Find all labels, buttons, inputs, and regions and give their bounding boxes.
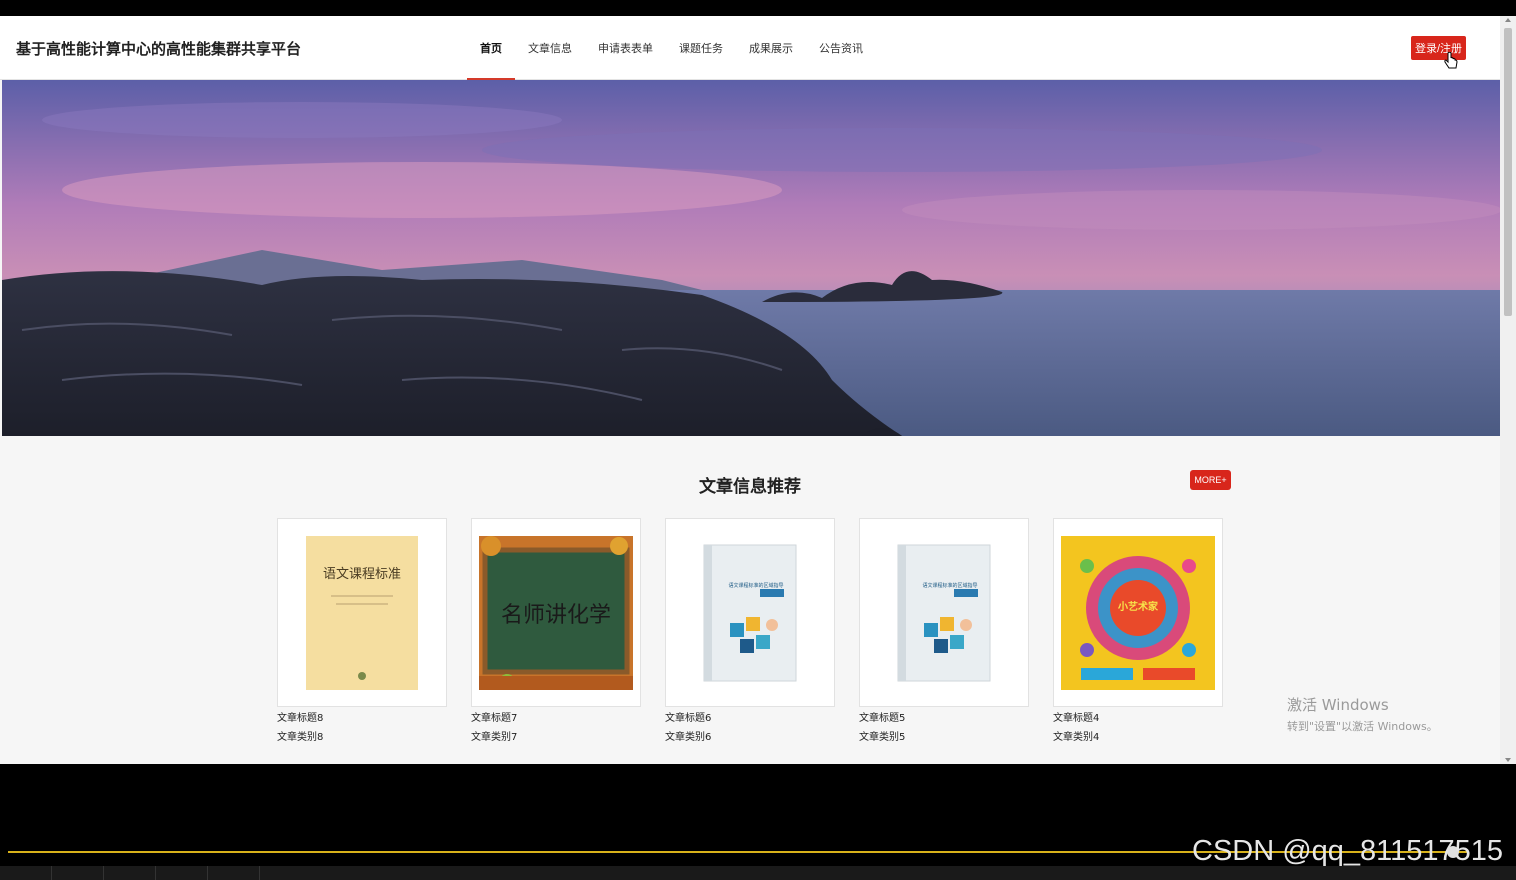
scroll-up-arrow-icon[interactable] xyxy=(1505,18,1511,22)
book-cover-image: 语文课程标准的区域指导 xyxy=(703,544,797,681)
article-card[interactable]: 语文课程标准 文章标题8 文章类别8 xyxy=(277,518,447,745)
control-strip xyxy=(0,866,1516,880)
cover-text: 小艺术家 xyxy=(1117,600,1159,613)
article-category: 文章类别5 xyxy=(859,732,906,743)
article-cover[interactable]: 名师讲化学 xyxy=(471,518,641,707)
article-category: 文章类别8 xyxy=(277,732,324,743)
watermark-line-2: 转到"设置"以激活 Windows。 xyxy=(1287,720,1438,733)
article-card[interactable]: 语文课程标准的区域指导 文章标题5 文章类别5 xyxy=(859,518,1029,745)
art-course-cover-image: 小艺术家 xyxy=(1061,535,1215,690)
nav-home[interactable]: 首页 xyxy=(467,16,515,81)
control-segment[interactable] xyxy=(104,866,156,880)
section-title: 文章信息推荐 xyxy=(699,477,801,497)
nav-achievements[interactable]: 成果展示 xyxy=(736,16,806,80)
more-button[interactable]: MORE+ xyxy=(1190,470,1231,490)
top-black-bar xyxy=(0,0,1516,16)
article-cover[interactable]: 语文课程标准 xyxy=(277,518,447,707)
hero-banner[interactable] xyxy=(2,80,1500,436)
page-scrollbar[interactable] xyxy=(1500,16,1516,764)
chalkboard-cover-image: 名师讲化学 xyxy=(479,535,633,690)
article-cover[interactable]: 小艺术家 xyxy=(1053,518,1223,707)
hand-cursor-icon xyxy=(1444,52,1458,69)
article-cover[interactable]: 语文课程标准的区域指导 xyxy=(859,518,1029,707)
control-segment[interactable] xyxy=(0,866,52,880)
cover-text: 语文课程标准的区域指导 xyxy=(922,582,977,589)
browser-viewport: 基于高性能计算中心的高性能集群共享平台 首页 文章信息 申请表表单 课题任务 成… xyxy=(0,16,1516,764)
video-player-controls: CSDN @qq_811517515 xyxy=(0,764,1516,880)
scroll-down-arrow-icon[interactable] xyxy=(1505,758,1511,762)
article-title[interactable]: 文章标题5 xyxy=(859,711,1029,726)
article-card[interactable]: 名师讲化学 文章标题7 文章类别7 xyxy=(471,518,641,745)
cover-text: 语文课程标准 xyxy=(323,567,401,582)
article-category: 文章类别6 xyxy=(665,732,712,743)
csdn-watermark: CSDN @qq_811517515 xyxy=(1192,835,1504,867)
nav-projects[interactable]: 课题任务 xyxy=(666,16,736,80)
article-title[interactable]: 文章标题8 xyxy=(277,711,447,726)
scroll-thumb[interactable] xyxy=(1504,28,1512,316)
control-segment[interactable] xyxy=(208,866,260,880)
article-title[interactable]: 文章标题7 xyxy=(471,711,641,726)
nav-application-form[interactable]: 申请表表单 xyxy=(585,16,666,80)
book-cover-image: 语文课程标准 xyxy=(306,535,418,690)
control-segment[interactable] xyxy=(156,866,208,880)
article-title[interactable]: 文章标题6 xyxy=(665,711,835,726)
nav-announcements[interactable]: 公告资讯 xyxy=(806,16,876,80)
article-category: 文章类别4 xyxy=(1053,732,1100,743)
article-category: 文章类别7 xyxy=(471,732,518,743)
main-nav: 首页 文章信息 申请表表单 课题任务 成果展示 公告资讯 xyxy=(467,16,876,81)
watermark-line-1: 激活 Windows xyxy=(1287,696,1389,714)
control-segment[interactable] xyxy=(52,866,104,880)
site-title[interactable]: 基于高性能计算中心的高性能集群共享平台 xyxy=(16,38,301,59)
article-cover[interactable]: 语文课程标准的区域指导 xyxy=(665,518,835,707)
nav-articles[interactable]: 文章信息 xyxy=(515,16,585,80)
windows-activation-watermark: 激活 Windows 转到"设置"以激活 Windows。 xyxy=(1287,694,1438,734)
article-card[interactable]: 小艺术家 文章标题4 文章类别4 xyxy=(1053,518,1223,745)
cover-text: 语文课程标准的区域指导 xyxy=(728,582,783,589)
article-card[interactable]: 语文课程标准的区域指导 文章标题6 文章类别6 xyxy=(665,518,835,745)
seascape-image xyxy=(2,80,1500,436)
article-title[interactable]: 文章标题4 xyxy=(1053,711,1223,726)
cover-text: 名师讲化学 xyxy=(501,603,611,628)
book-cover-image: 语文课程标准的区域指导 xyxy=(897,544,991,681)
site-header: 基于高性能计算中心的高性能集群共享平台 首页 文章信息 申请表表单 课题任务 成… xyxy=(0,16,1500,81)
